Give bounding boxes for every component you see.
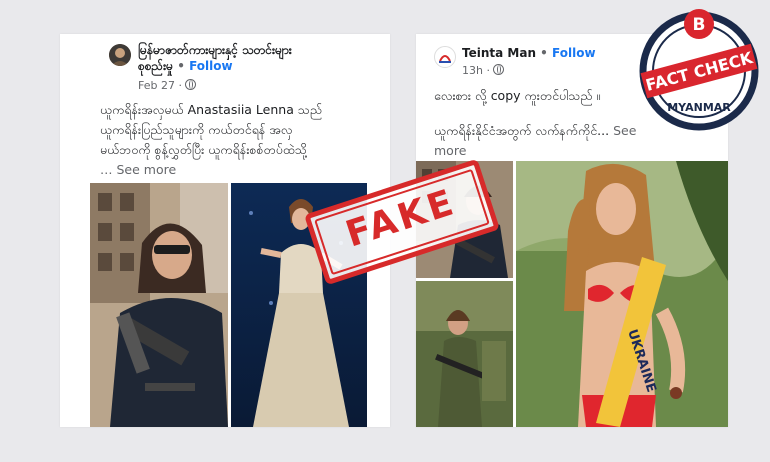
page-name[interactable]: Teinta Man • Follow — [462, 45, 596, 61]
page-name-line1[interactable]: မြန်မာဇာတ်ကားများနှင့် သတင်းများ — [138, 43, 292, 57]
see-more-link-cont[interactable]: more — [434, 141, 674, 161]
see-more-link[interactable]: … See more — [100, 160, 385, 180]
soldier-image — [416, 281, 513, 427]
page-name-text[interactable]: Teinta Man — [462, 46, 536, 60]
page-name-line2[interactable]: စုစည်းမှု — [138, 59, 173, 73]
globe-icon — [492, 64, 504, 75]
follow-button[interactable]: Follow — [189, 59, 233, 73]
page-avatar[interactable] — [434, 46, 456, 68]
follow-button[interactable]: Follow — [552, 46, 596, 60]
post-date[interactable]: Feb 27 — [138, 79, 175, 92]
bikini-image: UKRAINE — [516, 161, 728, 427]
post-text-line: ယူကရိန်းနိုင်ငံအတွက် လက်နက်ကိုင်... — [434, 123, 610, 138]
post-time[interactable]: 13h — [462, 64, 483, 77]
post-text: ယူကရိန်းအလှမယ် Anastasiia Lenna သည် ယူကရ… — [100, 100, 385, 180]
post-text-line: ယူကရိန်းအလှမယ် Anastasiia Lenna သည် — [100, 102, 323, 117]
page-avatar[interactable] — [109, 44, 131, 66]
separator-dot: · — [486, 64, 490, 77]
pageant-photo[interactable]: UKRAINE — [516, 161, 728, 427]
page-name[interactable]: မြန်မာဇာတ်ကားများနှင့် သတင်းများ စုစည်းမ… — [138, 42, 292, 74]
avatar-logo — [439, 55, 451, 63]
see-more-link[interactable]: See — [613, 123, 636, 138]
fact-check-badge-icon: B FACT CHECK MYANMAR — [639, 9, 759, 131]
post-text-line: ယူကရိန်းပြည်သူများကို ကယ်တင်ရန် အလှ — [100, 122, 293, 137]
soldier-photo[interactable] — [90, 183, 228, 427]
badge-myanmar-text: MYANMAR — [667, 101, 731, 114]
post-meta: 13h · — [462, 64, 504, 77]
post-text-line: မယ်ဘဝကို စွန့်လွှတ်ပြီး ယူကရိန်းစစ်တပ်ထဲ… — [100, 142, 308, 157]
avatar-image — [109, 44, 131, 66]
soldier-photo-2[interactable] — [416, 281, 513, 427]
post-meta: Feb 27 · — [138, 79, 196, 92]
globe-icon — [184, 79, 196, 90]
separator-dot: · — [178, 79, 182, 92]
badge-letter: B — [693, 15, 706, 35]
separator-dot: • — [540, 46, 548, 60]
soldier-image — [90, 183, 228, 427]
fact-check-badge: B FACT CHECK MYANMAR — [636, 8, 762, 134]
separator-dot: • — [177, 59, 185, 73]
